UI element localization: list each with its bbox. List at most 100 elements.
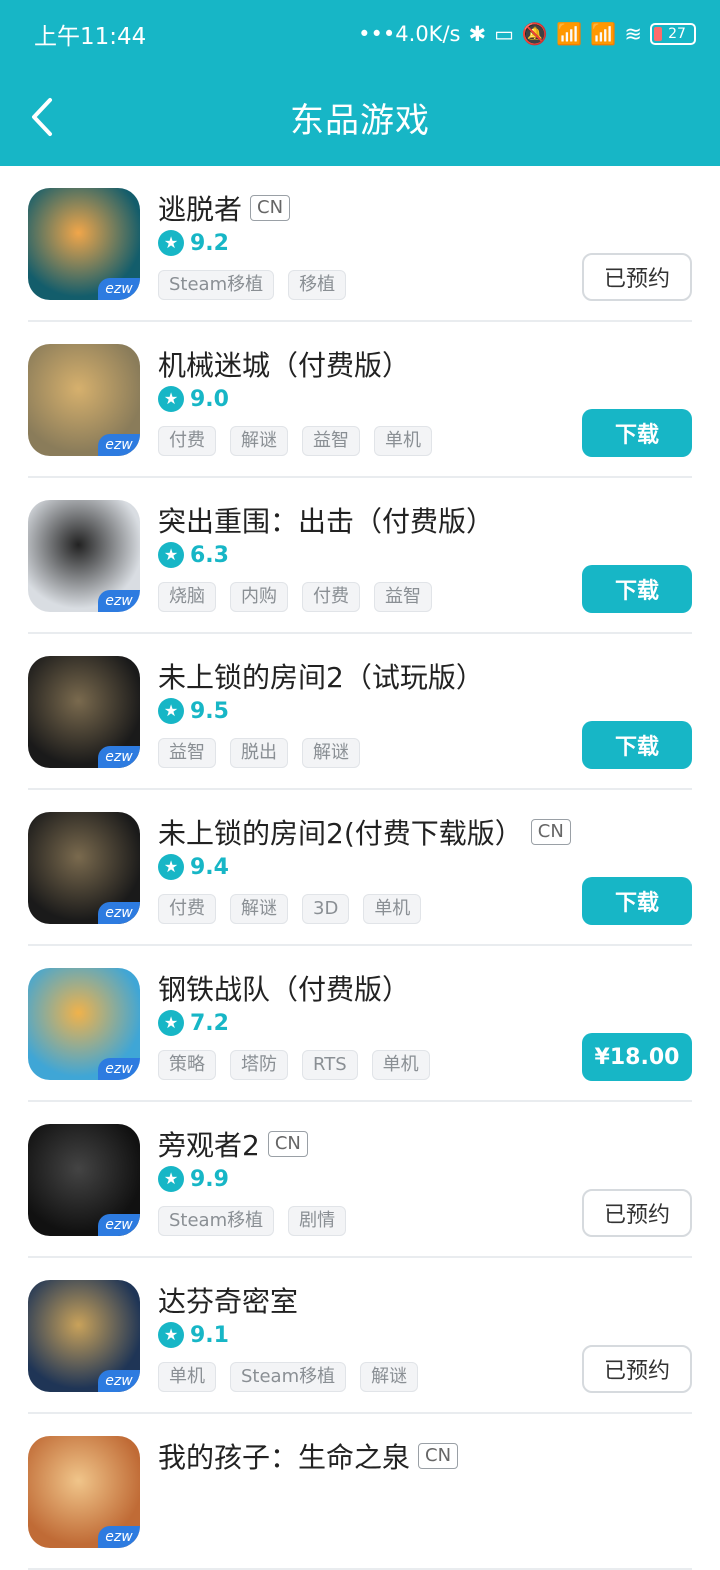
game-title-text: 我的孩子：生命之泉 [158, 1441, 411, 1474]
game-list-item[interactable]: ezw 达芬奇密室 ★ 9.1 单机 Steam移植 解谜 已预约 [28, 1258, 692, 1414]
game-rating: ★ 7.2 [158, 1010, 229, 1036]
game-list-item[interactable]: ezw 钢铁战队（付费版） ★ 7.2 策略 塔防 RTS 单机 ¥18.00 [28, 946, 692, 1102]
ezw-badge: ezw [98, 590, 140, 612]
ezw-badge: ezw [98, 1058, 140, 1080]
game-list-item[interactable]: ezw 逃脱者 CN ★ 9.2 Steam移植 移植 已预约 [28, 166, 692, 322]
tag: 单机 [371, 1050, 430, 1080]
tag: 单机 [158, 1362, 216, 1392]
reserved-button[interactable]: 已预约 [582, 1345, 692, 1393]
download-button[interactable]: 下载 [582, 721, 692, 769]
ezw-badge: ezw [98, 434, 140, 456]
tag: 付费 [158, 426, 216, 456]
tag: 烧脑 [158, 582, 216, 612]
mute-bell-icon: 🔕 [521, 21, 549, 46]
reserved-button[interactable]: 已预约 [582, 253, 692, 301]
net-speed: •••4.0K/s [358, 22, 461, 46]
game-title-text: 未上锁的房间2（试玩版） [158, 661, 484, 694]
game-list-item[interactable]: ezw 我的孩子：生命之泉 CN [28, 1414, 692, 1570]
game-icon[interactable]: ezw [28, 1124, 140, 1236]
tag: 塔防 [230, 1050, 288, 1080]
game-icon[interactable]: ezw [28, 812, 140, 924]
tag: 内购 [230, 582, 288, 612]
game-list-item[interactable]: ezw 未上锁的房间2（试玩版） ★ 9.5 益智 脱出 解谜 下载 [28, 634, 692, 790]
download-button[interactable]: 下载 [582, 877, 692, 925]
game-title-text: 钢铁战队（付费版） [158, 973, 411, 1006]
game-icon[interactable]: ezw [28, 656, 140, 768]
star-icon: ★ [158, 386, 184, 412]
game-list-item[interactable]: ezw 突出重围：出击（付费版） ★ 6.3 烧脑 内购 付费 益智 下载 [28, 478, 692, 634]
signal-icon: 📶 [590, 21, 617, 46]
status-bar: 上午11:44 •••4.0K/s ✱ ▭ 🔕 📶 📶 ≋ 27 [0, 0, 720, 68]
tag: 益智 [374, 582, 432, 612]
tag: RTS [302, 1050, 358, 1080]
ezw-badge: ezw [98, 1370, 140, 1392]
tag: 解谜 [230, 894, 288, 924]
star-icon: ★ [158, 542, 184, 568]
game-icon[interactable]: ezw [28, 500, 140, 612]
game-tags: 付费 解谜 益智 单机 [158, 426, 432, 456]
ezw-badge: ezw [98, 902, 140, 924]
game-list-item[interactable]: ezw 未上锁的房间2(付费下载版） CN ★ 9.4 付费 解谜 3D 单机 下载 [28, 790, 692, 946]
game-rating: ★ 9.5 [158, 698, 229, 724]
star-icon: ★ [158, 1166, 184, 1192]
tag: 解谜 [230, 426, 288, 456]
game-title[interactable]: 突出重围：出击（付费版） [158, 500, 494, 540]
game-title[interactable]: 未上锁的房间2(付费下载版） CN [158, 812, 571, 852]
status-icons: •••4.0K/s ✱ ▭ 🔕 📶 📶 ≋ 27 [358, 22, 696, 47]
game-list-item[interactable]: ezw 机械迷城（付费版） ★ 9.0 付费 解谜 益智 单机 下载 [28, 322, 692, 478]
star-icon: ★ [158, 854, 184, 880]
game-tags: 烧脑 内购 付费 益智 [158, 582, 432, 612]
tag: 3D [302, 894, 350, 924]
rating-value: 9.0 [190, 386, 229, 412]
game-title[interactable]: 逃脱者 CN [158, 188, 291, 228]
ezw-badge: ezw [98, 746, 140, 768]
page-title: 东品游戏 [290, 100, 430, 141]
cn-badge: CN [267, 1131, 308, 1157]
star-icon: ★ [158, 1322, 184, 1348]
game-icon[interactable]: ezw [28, 1280, 140, 1392]
tag: 益智 [302, 426, 360, 456]
ezw-badge: ezw [98, 278, 140, 300]
game-list-item[interactable]: ezw 旁观者2 CN ★ 9.9 Steam移植 剧情 已预约 [28, 1102, 692, 1258]
cn-badge: CN [250, 195, 291, 221]
tag: 剧情 [288, 1206, 347, 1236]
back-arrow-icon[interactable] [24, 92, 64, 142]
rating-value: 6.3 [190, 542, 229, 568]
download-button[interactable]: 下载 [582, 565, 692, 613]
game-title[interactable]: 旁观者2 CN [158, 1124, 308, 1164]
game-tags: 付费 解谜 3D 单机 [158, 894, 422, 924]
tag: 付费 [158, 894, 216, 924]
game-title[interactable]: 未上锁的房间2（试玩版） [158, 656, 484, 696]
game-rating: ★ 9.4 [158, 854, 229, 880]
tag: 单机 [363, 894, 422, 924]
game-title[interactable]: 机械迷城（付费版） [158, 344, 410, 384]
game-title-text: 逃脱者 [158, 193, 243, 226]
game-title[interactable]: 我的孩子：生命之泉 CN [158, 1436, 459, 1476]
game-title[interactable]: 达芬奇密室 [158, 1280, 298, 1320]
game-tags: Steam移植 移植 [158, 270, 347, 300]
game-icon[interactable]: ezw [28, 188, 140, 300]
game-title[interactable]: 钢铁战队（付费版） [158, 968, 410, 1008]
tag: 解谜 [360, 1362, 419, 1392]
download-button[interactable]: 下载 [582, 409, 692, 457]
game-icon[interactable]: ezw [28, 1436, 140, 1548]
star-icon: ★ [158, 230, 184, 256]
tag: 脱出 [230, 738, 288, 768]
game-tags: 益智 脱出 解谜 [158, 738, 360, 768]
wifi-icon: ≋ [624, 22, 642, 46]
bluetooth-icon: ✱ [468, 22, 487, 46]
tag: Steam移植 [158, 270, 275, 300]
status-time: 上午11:44 [34, 24, 147, 50]
game-rating: ★ 9.1 [158, 1322, 229, 1348]
tag: Steam移植 [158, 1206, 275, 1236]
game-rating: ★ 6.3 [158, 542, 229, 568]
game-title-text: 达芬奇密室 [158, 1285, 299, 1318]
buy-price-button[interactable]: ¥18.00 [582, 1033, 692, 1081]
game-icon[interactable]: ezw [28, 968, 140, 1080]
tag: 益智 [158, 738, 216, 768]
game-icon[interactable]: ezw [28, 344, 140, 456]
tag: Steam移植 [230, 1362, 347, 1392]
vibrate-icon: ▭ [494, 22, 514, 46]
tag: 付费 [302, 582, 360, 612]
reserved-button[interactable]: 已预约 [582, 1189, 692, 1237]
